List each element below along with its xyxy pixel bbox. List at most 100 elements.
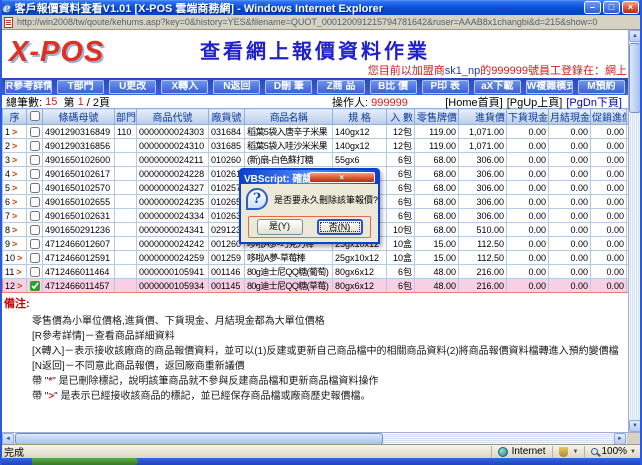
cell-monthly: 0.00: [549, 153, 591, 167]
total-label: 總筆數:: [6, 94, 42, 110]
row-checkbox[interactable]: [30, 127, 40, 137]
row-checkbox[interactable]: [30, 141, 40, 151]
cell-barcode: 4901650102600: [43, 153, 115, 167]
table-row[interactable]: 1>49012903168491100000000024303031684稻葉5…: [3, 125, 629, 139]
received-mark: >: [12, 169, 17, 179]
cell-name: 稻葉5袋入哇沙米米果: [245, 139, 333, 153]
column-header: 商品名稱: [245, 109, 333, 125]
row-checkbox[interactable]: [30, 239, 40, 249]
cell-code: 0000000024327: [137, 181, 209, 195]
cell-qty: 6包: [387, 195, 415, 209]
cell-code: 0000000024310: [137, 139, 209, 153]
vertical-scroll-thumb[interactable]: [629, 43, 640, 113]
cell-purchase: 1,071.00: [459, 125, 507, 139]
column-header: 規 格: [333, 109, 387, 125]
table-row[interactable]: 11>4712466011464000000010594100114680g迪士…: [3, 265, 629, 279]
toolbar-button-m-reserve[interactable]: M預約: [578, 80, 625, 94]
toolbar-button-n-return[interactable]: N返回: [213, 80, 260, 94]
scroll-down-icon[interactable]: ▼: [629, 420, 640, 432]
row-checkbox[interactable]: [30, 169, 40, 179]
cell-retail: 68.00: [415, 223, 459, 237]
zone-segment: Internet: [491, 446, 552, 458]
row-checkbox[interactable]: [30, 253, 40, 263]
toolbar-button-x-import[interactable]: X轉入: [161, 80, 208, 94]
select-all-checkbox[interactable]: [30, 111, 40, 121]
protected-mode-segment[interactable]: ▼: [552, 446, 585, 458]
start-button[interactable]: [32, 458, 138, 465]
zoom-segment[interactable]: 100% ▼: [584, 446, 642, 458]
cell-checkbox: [27, 237, 43, 251]
cell-seq: 2>: [3, 139, 27, 153]
toolbar-button-w-complex-mode[interactable]: W複雜模式: [526, 80, 573, 94]
cell-retail: 48.00: [415, 279, 459, 293]
cell-barcode: 4901650291236: [43, 223, 115, 237]
toolbar-button-d-delete[interactable]: D刪 筆: [265, 80, 312, 94]
horizontal-scrollbar[interactable]: ◄ ►: [2, 432, 640, 444]
cell-purchase: 306.00: [459, 167, 507, 181]
vertical-scrollbar[interactable]: ▲ ▼: [628, 30, 640, 432]
cell-checkbox: [27, 167, 43, 181]
table-row[interactable]: 3>49016501026000000000024211010260(新)扇-白…: [3, 153, 629, 167]
operator: 操作人: 999999: [332, 94, 408, 110]
cell-cash: 0.00: [507, 251, 549, 265]
no-button[interactable]: 否(N): [317, 219, 363, 235]
note-item: 零售價為小單位價格,進貨價、下貨現金、月結現金都為大單位價格: [32, 314, 626, 329]
received-mark: >: [12, 211, 17, 221]
scroll-up-icon[interactable]: ▲: [629, 30, 640, 42]
table-row[interactable]: 10>47124660125910000000024259001259哆啦A夢-…: [3, 251, 629, 265]
toolbar-button-t-department[interactable]: T部門: [57, 80, 104, 94]
toolbar: R參考詳情 T部門 U更改 X轉入 N返回 D刪 筆 Z商 品 B比 價 P印 表 aX下載 W複雜…: [2, 78, 628, 95]
received-mark: >: [17, 253, 22, 263]
cell-monthly: 0.00: [549, 209, 591, 223]
dialog-titlebar: VBScript: 確認刪筆 ×: [241, 170, 378, 184]
cell-checkbox: [27, 223, 43, 237]
column-header: 促銷進價: [591, 109, 627, 125]
cell-monthly: 0.00: [549, 125, 591, 139]
page-post: / 2頁: [87, 94, 110, 110]
table-row[interactable]: 12>4712466011457000000010593400114580g迪士…: [3, 279, 629, 293]
received-mark: >: [12, 141, 17, 151]
toolbar-button-z-product[interactable]: Z商 品: [317, 80, 364, 94]
page-link-pgdn-next-page[interactable]: [PgDn下頁]: [566, 97, 622, 109]
row-checkbox[interactable]: [30, 197, 40, 207]
toolbar-button-p-print[interactable]: P印 表: [422, 80, 469, 94]
operator-label: 操作人:: [332, 97, 368, 109]
row-checkbox[interactable]: [30, 183, 40, 193]
cell-retail: 119.00: [415, 139, 459, 153]
cell-seq: 12>: [3, 279, 27, 293]
toolbar-button-r-ref-details[interactable]: R參考詳情: [5, 80, 52, 94]
column-header: 廠貨號: [209, 109, 245, 125]
toolbar-button-b-compare[interactable]: B比 價: [370, 80, 417, 94]
row-checkbox[interactable]: [30, 267, 40, 277]
cell-code: 0000000024341: [137, 223, 209, 237]
cell-retail: 48.00: [415, 265, 459, 279]
cell-code: 0000000024303: [137, 125, 209, 139]
close-button[interactable]: ×: [622, 1, 639, 14]
row-checkbox[interactable]: [30, 155, 40, 165]
dialog-close-icon[interactable]: ×: [309, 172, 376, 183]
header-checkbox-cell: [27, 109, 43, 125]
cell-dept: [115, 223, 137, 237]
cell-name: 稻葉5袋入唐辛子米果: [245, 125, 333, 139]
cell-promo: 0.00: [591, 237, 627, 251]
page-link-home-first-page[interactable]: [Home首頁]: [445, 97, 502, 109]
maximize-button[interactable]: □: [603, 1, 620, 14]
toolbar-button-ax-download[interactable]: aX下載: [474, 80, 521, 94]
magnifier-icon: [591, 448, 598, 455]
page-link-pgup-prev-page[interactable]: [PgUp上頁]: [507, 97, 563, 109]
row-checkbox[interactable]: [30, 225, 40, 235]
minimize-button[interactable]: –: [584, 1, 601, 14]
cell-spec: 25gx10x12: [333, 251, 387, 265]
operator-value: 999999: [371, 97, 408, 109]
received-mark: >: [12, 183, 17, 193]
row-checkbox[interactable]: [30, 281, 40, 291]
toolbar-button-u-modify[interactable]: U更改: [109, 80, 156, 94]
table-row[interactable]: 2>49012903168560000000024310031685稻葉5袋入哇…: [3, 139, 629, 153]
yes-button[interactable]: 是(Y): [257, 219, 303, 235]
row-checkbox[interactable]: [30, 211, 40, 221]
zoom-level: 100%: [601, 446, 627, 457]
address-url[interactable]: http://win2008/tw/qoute/kehums.asp?key=0…: [17, 17, 597, 27]
cell-seq: 7>: [3, 209, 27, 223]
table-header-row: 序條碼母號部門商品代號廠貨號商品名稱規 格入 數零售牌價進貨價下貨現金月結現金促…: [3, 109, 629, 125]
cell-cash: 0.00: [507, 279, 549, 293]
